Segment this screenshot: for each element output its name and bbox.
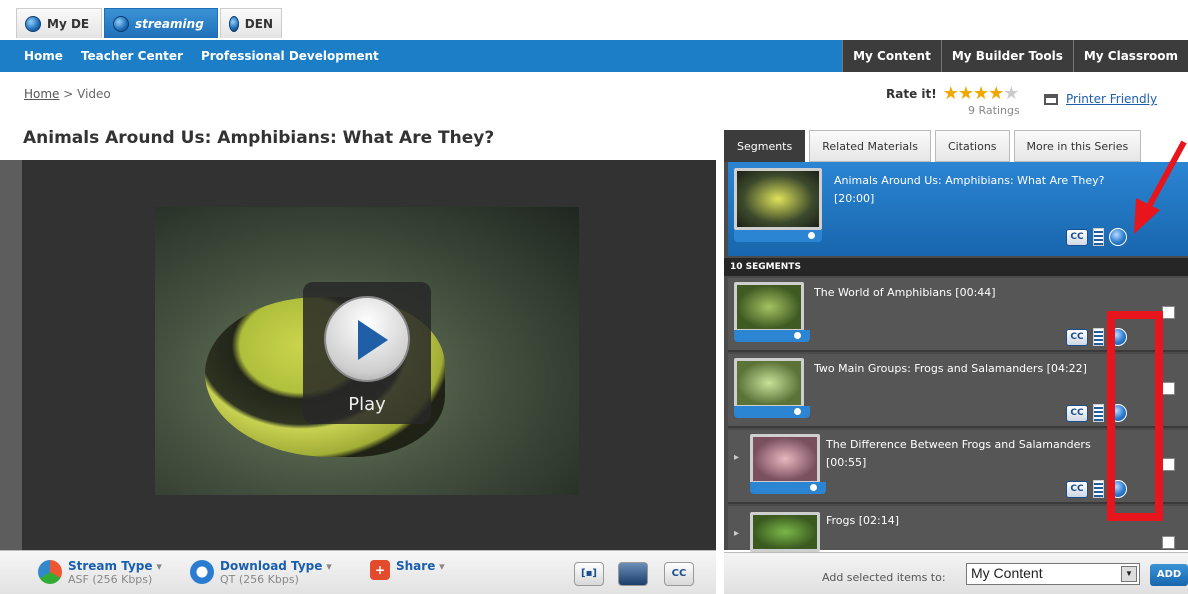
breadcrumb: Home > Video xyxy=(24,87,111,101)
segment-thumbnail[interactable] xyxy=(750,434,820,484)
stream-type-icon xyxy=(38,560,62,584)
video-left-edge xyxy=(0,160,22,550)
add-destination-select[interactable]: My Content ▼ xyxy=(966,563,1140,585)
globe-icon xyxy=(25,15,41,32)
segment-title[interactable]: Two Main Groups: Frogs and Salamanders [… xyxy=(814,360,1087,378)
main-nav: Home Teacher Center Professional Develop… xyxy=(0,40,1188,72)
segment-thumbnail[interactable] xyxy=(734,282,804,332)
main-item-icons: CC xyxy=(1066,228,1127,246)
segment-checkbox[interactable] xyxy=(1162,382,1175,395)
add-button[interactable]: ADD xyxy=(1150,564,1188,586)
segment-title[interactable]: The Difference Between Frogs and Salaman… xyxy=(826,438,1091,451)
segment-duration: [00:55] xyxy=(826,456,867,469)
tab-more-in-series[interactable]: More in this Series xyxy=(1013,130,1142,162)
breadcrumb-home[interactable]: Home xyxy=(24,87,59,101)
nav-teacher-center[interactable]: Teacher Center xyxy=(63,40,183,72)
star-icon[interactable]: ★ xyxy=(958,83,974,104)
tab-related-materials[interactable]: Related Materials xyxy=(809,130,931,162)
tab-my-de[interactable]: My DE xyxy=(16,8,102,38)
cc-icon[interactable]: CC xyxy=(1066,228,1088,246)
main-item-thumbnail[interactable] xyxy=(734,168,822,230)
download-type-control[interactable]: Download Type ▾ QT (256 Kbps) xyxy=(190,560,332,586)
segment-checkbox[interactable] xyxy=(1162,458,1175,471)
main-item-play-bar[interactable] xyxy=(734,230,822,242)
star-icon[interactable]: ★ xyxy=(943,83,959,104)
rating: Rate it! ★★★★★ xyxy=(886,83,1020,104)
page-title: Animals Around Us: Amphibians: What Are … xyxy=(23,128,495,148)
star-icon[interactable]: ★ xyxy=(988,83,1004,104)
transcript-icon[interactable] xyxy=(1093,480,1104,498)
stream-type-control[interactable]: Stream Type ▾ ASF (256 Kbps) xyxy=(38,560,162,586)
printer-friendly-link[interactable]: Printer Friendly xyxy=(1044,92,1157,106)
main-item-title[interactable]: Animals Around Us: Amphibians: What Are … xyxy=(834,174,1104,187)
play-button[interactable]: Play xyxy=(303,282,431,424)
nav-my-classroom[interactable]: My Classroom xyxy=(1072,40,1188,72)
main-item-duration: [20:00] xyxy=(834,192,875,205)
download-icon xyxy=(190,560,214,584)
tab-streaming[interactable]: streaming xyxy=(104,8,218,38)
nav-my-content[interactable]: My Content xyxy=(842,40,941,72)
star-icon[interactable]: ★ xyxy=(973,83,989,104)
panel-tabs: Segments Related Materials Citations Mor… xyxy=(724,130,1188,162)
transcript-icon[interactable] xyxy=(1093,328,1104,346)
segment-thumbnail[interactable] xyxy=(750,512,820,552)
highlight-box xyxy=(1107,311,1163,521)
tab-citations[interactable]: Citations xyxy=(934,130,1010,162)
nav-home[interactable]: Home xyxy=(0,40,63,72)
rating-stars[interactable]: ★★★★★ xyxy=(943,83,1020,104)
share-plus-icon: + xyxy=(370,560,390,580)
segment-checkbox[interactable] xyxy=(1162,306,1175,319)
clock-check-icon[interactable] xyxy=(1109,228,1127,246)
fullscreen-button[interactable] xyxy=(618,562,648,586)
den-icon xyxy=(229,15,239,32)
transcript-icon[interactable] xyxy=(1093,404,1104,422)
expand-arrow-icon[interactable]: ▸ xyxy=(734,452,739,463)
segment-thumbnail[interactable] xyxy=(734,358,804,408)
cc-button[interactable]: CC xyxy=(664,562,694,586)
chevron-down-icon[interactable]: ▼ xyxy=(1121,566,1137,582)
share-control[interactable]: + Share ▾ xyxy=(370,560,445,580)
cc-icon[interactable]: CC xyxy=(1066,480,1088,498)
expand-arrow-icon[interactable]: ▸ xyxy=(734,528,739,539)
segment-title[interactable]: The World of Amphibians [00:44] xyxy=(814,284,996,302)
rate-label: Rate it! xyxy=(886,86,937,101)
play-icon xyxy=(324,296,410,382)
segment-count: 10 SEGMENTS xyxy=(724,258,1188,276)
printer-icon xyxy=(1044,93,1058,105)
main-video-item[interactable]: Animals Around Us: Amphibians: What Are … xyxy=(728,162,1188,256)
segment-title[interactable]: Frogs [02:14] xyxy=(826,512,899,530)
tab-den[interactable]: DEN xyxy=(220,8,282,38)
segment-checkbox[interactable] xyxy=(1162,536,1175,549)
nav-professional-development[interactable]: Professional Development xyxy=(183,40,379,72)
cc-icon[interactable]: CC xyxy=(1066,404,1088,422)
fit-screen-button[interactable]: [▪] xyxy=(574,562,604,586)
streaming-globe-icon xyxy=(113,15,129,32)
player-toolbar: Stream Type ▾ ASF (256 Kbps) Download Typ… xyxy=(0,550,716,594)
tab-segments[interactable]: Segments xyxy=(724,130,806,162)
cc-icon[interactable]: CC xyxy=(1066,328,1088,346)
top-tabs: My DE streaming DEN xyxy=(0,0,1188,40)
nav-my-builder-tools[interactable]: My Builder Tools xyxy=(940,40,1073,72)
breadcrumb-current: Video xyxy=(77,87,111,101)
star-empty-icon[interactable]: ★ xyxy=(1003,83,1019,104)
annotation-arrow xyxy=(1134,140,1187,234)
transcript-icon[interactable] xyxy=(1093,228,1104,246)
add-label: Add selected items to: xyxy=(822,571,946,584)
ratings-count: 9 Ratings xyxy=(968,104,1020,117)
nav-right: My Content My Builder Tools My Classroom xyxy=(842,40,1188,72)
